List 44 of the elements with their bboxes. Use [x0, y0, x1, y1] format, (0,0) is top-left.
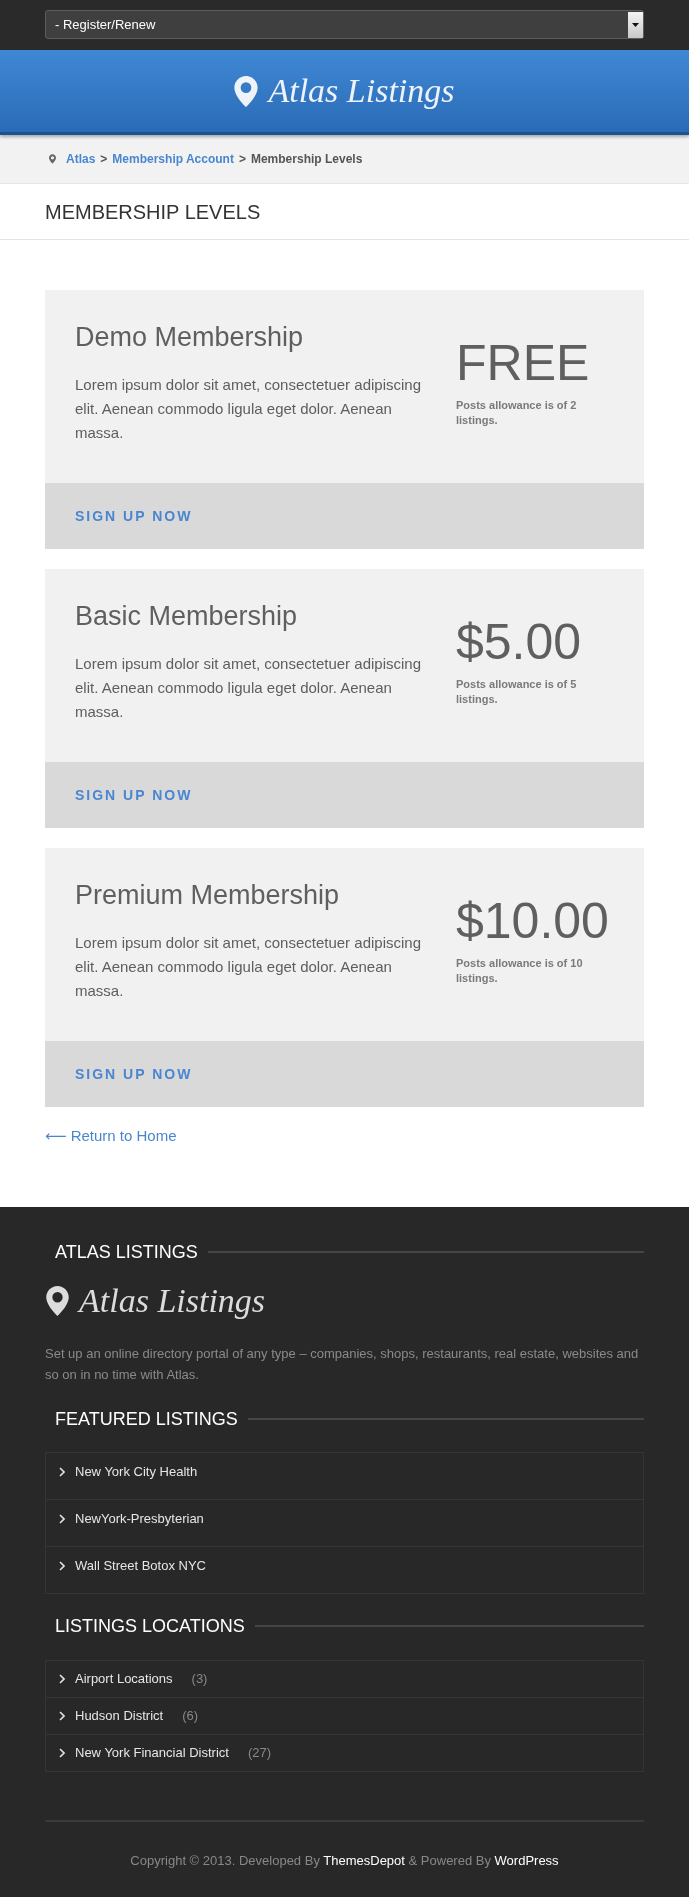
page-title: MEMBERSHIP LEVELS: [45, 199, 261, 225]
footer-description: Set up an online directory portal of any type – companies, shops, restaurants, real estate, websites and so on in no time with Atlas.: [45, 1345, 640, 1384]
plan-price: FREE: [456, 336, 591, 390]
chevron-right-icon: [59, 1467, 65, 1477]
listing-link[interactable]: NewYork-Presbyterian: [75, 1510, 204, 1528]
chevron-right-icon: [59, 1711, 65, 1721]
map-pin-icon: [45, 1286, 70, 1316]
widget-heading: LISTINGS LOCATIONS: [54, 1615, 245, 1638]
credit-link[interactable]: WordPress: [494, 1853, 559, 1868]
chevron-right-icon: [59, 1674, 65, 1684]
breadcrumb-current: Membership Levels: [250, 152, 363, 166]
plan-description: Lorem ipsum dolor sit amet, consectetuer adipiscing elit. Aenean commodo ligula eget dolor. Aenean massa.: [75, 654, 422, 722]
location-count: (3): [191, 1670, 208, 1688]
register-select[interactable]: - Register/Renew: [45, 10, 644, 39]
location-count: (27): [247, 1744, 271, 1762]
breadcrumb-separator: >: [238, 152, 246, 166]
plan-title: Premium Membership: [75, 879, 341, 912]
plan-allowance: Posts allowance is of 10 listings.: [456, 956, 584, 986]
listing-link[interactable]: Wall Street Botox NYC: [75, 1557, 206, 1575]
location-link[interactable]: Hudson District: [75, 1707, 164, 1725]
map-pin-icon: [234, 75, 259, 107]
plan-description: Lorem ipsum dolor sit amet, consectetuer adipiscing elit. Aenean commodo ligula eget dolor. Aenean massa.: [75, 375, 422, 443]
plan-allowance: Posts allowance is of 5 listings.: [456, 677, 578, 707]
widget-heading: ATLAS LISTINGS: [54, 1241, 198, 1264]
chevron-right-icon: [59, 1748, 65, 1758]
listing-link[interactable]: New York City Health: [75, 1463, 198, 1481]
widget-heading: FEATURED LISTINGS: [54, 1408, 238, 1431]
copyright-text: Copyright © 2013. Developed By ThemesDepot & Powered By WordPress: [129, 1852, 560, 1870]
plan-price: $5.00: [456, 615, 583, 669]
plan-title: Basic Membership: [75, 600, 299, 633]
plan-price: $10.00: [456, 894, 610, 948]
chevron-right-icon: [59, 1561, 65, 1571]
credit-link[interactable]: ThemesDepot: [323, 1853, 405, 1868]
location-count: (6): [182, 1707, 199, 1725]
location-link[interactable]: Airport Locations: [75, 1670, 173, 1688]
breadcrumb-separator: >: [100, 152, 108, 166]
map-pin-icon: [49, 154, 56, 164]
logo-text[interactable]: Atlas Listings: [268, 71, 455, 111]
plan-title: Demo Membership: [75, 321, 305, 354]
plan-allowance: Posts allowance is of 2 listings.: [456, 398, 578, 428]
plan-description: Lorem ipsum dolor sit amet, consectetuer adipiscing elit. Aenean commodo ligula eget dolor. Aenean massa.: [75, 933, 422, 1001]
return-home-link[interactable]: ⟵ Return to Home: [45, 1127, 177, 1144]
location-link[interactable]: New York Financial District: [75, 1744, 229, 1762]
chevron-right-icon: [59, 1514, 65, 1524]
